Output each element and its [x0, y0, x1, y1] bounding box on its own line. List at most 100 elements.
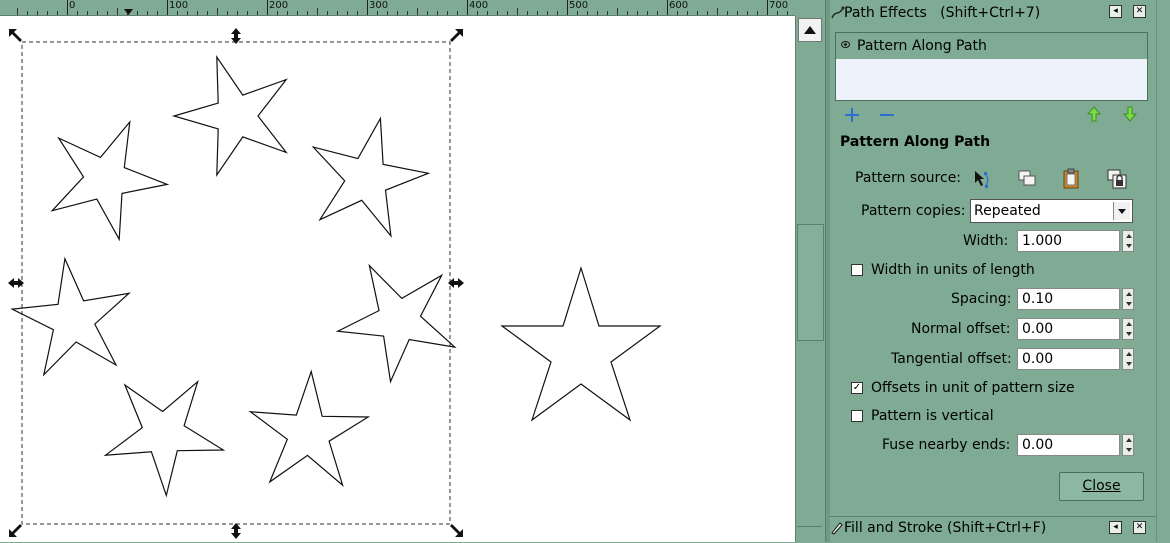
- panel-close-button[interactable]: ✕: [1133, 5, 1146, 18]
- fill-stroke-iconify-button[interactable]: ◂: [1109, 521, 1122, 534]
- canvas-drawing[interactable]: [0, 16, 795, 542]
- pattern-vertical-checkbox[interactable]: [851, 410, 863, 422]
- scroll-up-button[interactable]: [798, 18, 822, 42]
- width-units-checkbox[interactable]: [851, 264, 863, 276]
- move-down-icon[interactable]: [1122, 106, 1138, 122]
- ruler-minor-tick: [387, 11, 388, 15]
- ruler-minor-tick: [437, 11, 438, 15]
- fill-stroke-panel-header[interactable]: Fill and Stroke (Shift+Ctrl+F) ◂ ✕: [830, 516, 1156, 541]
- ruler-minor-tick: [687, 11, 688, 15]
- ruler-minor-tick: [627, 11, 628, 15]
- effect-list-item[interactable]: Pattern Along Path: [836, 33, 1147, 59]
- spacing-stepper[interactable]: [1122, 288, 1134, 310]
- ruler-label: 700: [769, 0, 789, 11]
- fuse-ends-input[interactable]: 0.00: [1017, 434, 1120, 456]
- ruler-minor-tick: [297, 11, 298, 15]
- spacing-label: Spacing:: [951, 291, 1012, 307]
- copy-icon[interactable]: [1016, 168, 1038, 190]
- pattern-star[interactable]: [335, 263, 457, 384]
- pattern-star[interactable]: [248, 369, 371, 487]
- ruler-minor-tick: [527, 11, 528, 15]
- ruler-minor-tick: [77, 11, 78, 15]
- fuse-ends-label: Fuse nearby ends:: [882, 437, 1011, 453]
- link-to-path-icon[interactable]: [1106, 168, 1128, 190]
- ruler-tick: [467, 0, 468, 15]
- scrollbar-track-end: [797, 526, 822, 543]
- drawing-canvas[interactable]: [0, 16, 795, 542]
- panel-right-scroll-area[interactable]: [1156, 0, 1170, 542]
- edit-on-canvas-icon[interactable]: [972, 168, 994, 190]
- paste-icon[interactable]: [1060, 168, 1082, 190]
- ruler-minor-tick: [47, 11, 48, 15]
- pattern-star[interactable]: [311, 116, 431, 238]
- normal-offset-stepper[interactable]: [1122, 318, 1134, 340]
- ruler-label: 400: [469, 0, 489, 11]
- remove-effect-icon[interactable]: [879, 107, 895, 123]
- ruler-minor-tick: [727, 11, 728, 15]
- ruler-tick: [667, 0, 668, 15]
- ruler-minor-tick: [137, 11, 138, 15]
- normal-offset-input[interactable]: 0.00: [1017, 318, 1120, 340]
- pattern-star[interactable]: [50, 119, 170, 242]
- scrollbar-thumb[interactable]: [797, 224, 824, 341]
- pattern-vertical-label: Pattern is vertical: [871, 408, 994, 424]
- ruler-minor-tick: [747, 11, 748, 15]
- ruler-minor-tick: [677, 11, 678, 15]
- width-units-label: Width in units of length: [871, 262, 1035, 278]
- ruler-minor-tick: [377, 11, 378, 15]
- width-stepper[interactable]: [1122, 230, 1134, 252]
- pattern-copies-select[interactable]: Repeated: [970, 199, 1133, 223]
- ruler-label: 300: [369, 0, 389, 11]
- fill-stroke-close-button[interactable]: ✕: [1133, 521, 1146, 534]
- offsets-unit-checkbox[interactable]: ✓: [851, 382, 863, 394]
- ruler-minor-tick: [227, 11, 228, 15]
- pattern-star[interactable]: [103, 379, 226, 498]
- ruler-tick: [267, 0, 268, 15]
- ruler-minor-tick: [417, 8, 418, 15]
- ruler-minor-tick: [507, 11, 508, 15]
- pattern-star[interactable]: [171, 54, 288, 178]
- scale-handle-bottom-right[interactable]: [450, 524, 463, 537]
- ruler-minor-tick: [287, 11, 288, 15]
- tangential-offset-stepper[interactable]: [1122, 348, 1134, 370]
- ruler-minor-tick: [177, 11, 178, 15]
- pattern-star[interactable]: [10, 256, 131, 377]
- ruler-minor-tick: [597, 11, 598, 15]
- ruler-pointer-icon: [124, 9, 133, 15]
- ruler-minor-tick: [327, 11, 328, 15]
- fuse-ends-stepper[interactable]: [1122, 434, 1134, 456]
- ruler-minor-tick: [477, 11, 478, 15]
- pattern-stars-group[interactable]: [10, 54, 457, 498]
- offsets-unit-label: Offsets in unit of pattern size: [871, 380, 1075, 396]
- ruler-minor-tick: [457, 11, 458, 15]
- spacing-input[interactable]: 0.10: [1017, 288, 1120, 310]
- canvas-vertical-scrollbar[interactable]: [795, 16, 824, 542]
- horizontal-ruler[interactable]: 0 100 200 300 400 500 600 700: [0, 0, 795, 16]
- eye-icon[interactable]: [841, 41, 850, 48]
- scale-handle-top-left[interactable]: [9, 29, 22, 42]
- move-up-icon[interactable]: [1086, 106, 1102, 122]
- scale-handle-top-right[interactable]: [450, 29, 463, 42]
- ruler-minor-tick: [717, 8, 718, 15]
- scale-handle-bottom-left[interactable]: [9, 524, 22, 537]
- ruler-minor-tick: [607, 11, 608, 15]
- panel-iconify-button[interactable]: ◂: [1109, 5, 1122, 18]
- tangential-offset-label: Tangential offset:: [891, 351, 1012, 367]
- ruler-minor-tick: [237, 11, 238, 15]
- ruler-minor-tick: [307, 11, 308, 15]
- chevron-down-icon[interactable]: [1113, 202, 1130, 220]
- close-button[interactable]: Close: [1059, 472, 1144, 501]
- ruler-label: 500: [569, 0, 589, 11]
- scale-handle-bottom[interactable]: [231, 523, 241, 539]
- ruler-minor-tick: [777, 11, 778, 15]
- ruler-minor-tick: [27, 11, 28, 15]
- width-input[interactable]: 1.000: [1017, 230, 1120, 252]
- effects-list[interactable]: Pattern Along Path: [835, 32, 1148, 101]
- add-effect-icon[interactable]: [844, 107, 860, 123]
- source-star[interactable]: [500, 265, 662, 422]
- ruler-minor-tick: [277, 11, 278, 15]
- fill-stroke-title: Fill and Stroke (Shift+Ctrl+F): [844, 520, 1047, 536]
- ruler-minor-tick: [557, 11, 558, 15]
- tangential-offset-input[interactable]: 0.00: [1017, 348, 1120, 370]
- ruler-minor-tick: [787, 11, 788, 15]
